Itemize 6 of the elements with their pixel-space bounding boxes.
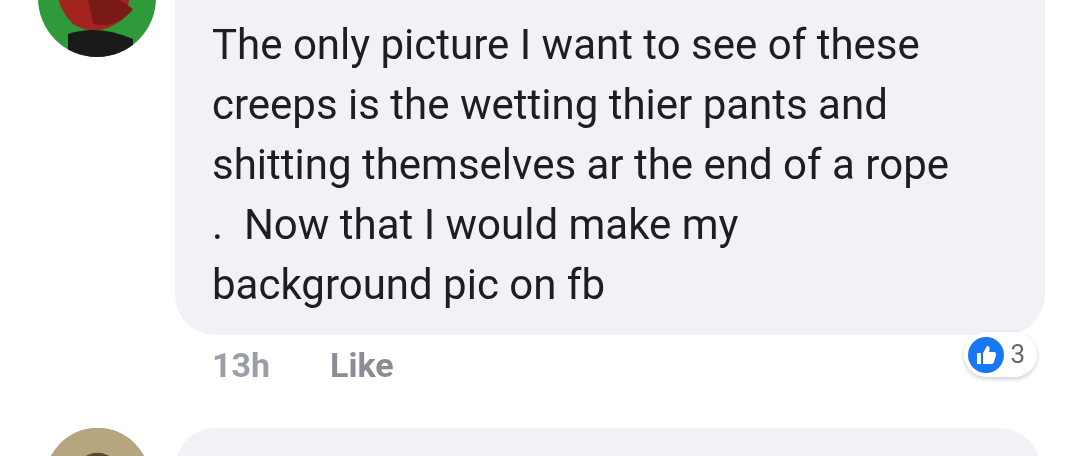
- reaction-badge[interactable]: 3: [964, 332, 1037, 377]
- like-link[interactable]: Like: [330, 339, 394, 391]
- thumbs-up-icon: [968, 336, 1005, 373]
- reaction-count: 3: [1010, 338, 1025, 371]
- comment-time: 13h: [212, 343, 271, 387]
- comment-text: The only picture I want to see of these creeps is the wetting thier pants and shitting themselves ar the end of a rope . Now that I would make my background pic on fb: [175, 0, 1045, 335]
